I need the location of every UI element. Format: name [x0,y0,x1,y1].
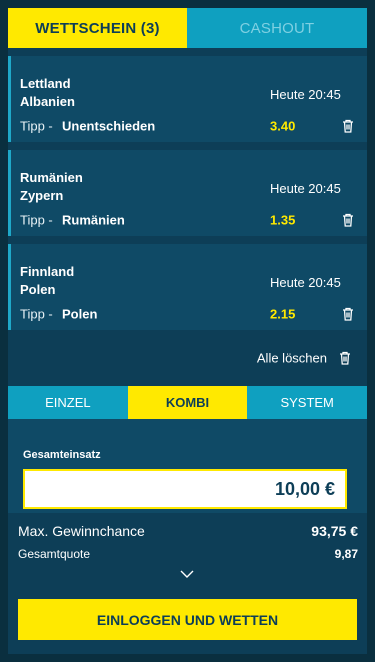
team-away: Polen [20,282,56,297]
total-odds-value: 9,87 [334,547,358,561]
stake-label: Gesamteinsatz [23,449,101,461]
top-tabs: WETTSCHEIN (3) CASHOUT [8,8,367,48]
tab-cashout[interactable]: CASHOUT [187,8,367,48]
tab-system[interactable]: SYSTEM [247,386,368,419]
trash-icon[interactable] [340,306,356,322]
tab-kombi[interactable]: KOMBI [127,386,248,419]
team-home: Rumänien [20,170,83,185]
match-time: Heute 20:45 [270,275,341,290]
bet-item: Lettland Albanien Heute 20:45 Tipp - Une… [8,56,367,142]
tipp-value: Polen [62,306,98,322]
bet-summary: Max. Gewinnchance 93,75 € Gesamtquote 9,… [8,513,367,585]
tipp-label: Tipp - [20,212,53,228]
stake-input[interactable]: 10,00 € [23,469,347,509]
max-win-value: 93,75 € [311,523,358,539]
odds-value: 3.40 [270,118,296,134]
match-time: Heute 20:45 [270,87,341,102]
trash-icon[interactable] [340,118,356,134]
team-away: Albanien [20,94,75,109]
clear-all-button[interactable]: Alle löschen [257,351,327,366]
login-and-bet-button[interactable]: EINLOGGEN UND WETTEN [18,599,357,640]
clear-all-row: Alle löschen [8,336,367,380]
bet-item: Rumänien Zypern Heute 20:45 Tipp - Rumän… [8,150,367,236]
trash-icon[interactable] [340,212,356,228]
stake-area: Gesamteinsatz 10,00 € [8,419,367,513]
bet-item: Finnland Polen Heute 20:45 Tipp - Polen … [8,244,367,330]
bet-mode-tabs: EINZEL KOMBI SYSTEM [8,386,368,419]
odds-value: 1.35 [270,212,296,228]
tab-betslip[interactable]: WETTSCHEIN (3) [8,8,187,48]
tipp-label: Tipp - [20,306,53,322]
max-win-label: Max. Gewinnchance [18,523,145,539]
chevron-down-icon[interactable] [180,569,194,579]
tipp-value: Unentschieden [62,118,156,134]
match-time: Heute 20:45 [270,181,341,196]
odds-value: 2.15 [270,306,296,322]
tab-einzel[interactable]: EINZEL [8,386,128,419]
betslip-panel: WETTSCHEIN (3) CASHOUT Lettland Albanien… [8,8,368,654]
team-home: Lettland [20,76,71,91]
tipp-label: Tipp - [20,118,53,134]
total-odds-label: Gesamtquote [18,547,91,561]
trash-icon[interactable] [337,350,353,366]
team-away: Zypern [20,188,64,203]
team-home: Finnland [20,264,75,279]
bet-list: Lettland Albanien Heute 20:45 Tipp - Une… [8,56,367,330]
tipp-value: Rumänien [62,212,125,228]
